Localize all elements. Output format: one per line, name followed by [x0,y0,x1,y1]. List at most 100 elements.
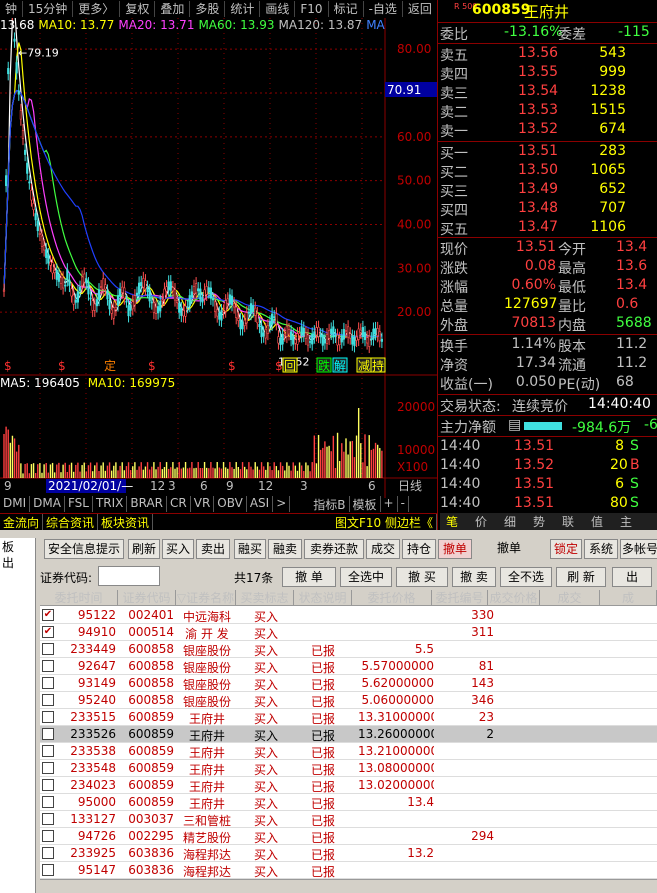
kline-chart[interactable]: 80.0070.0060.0050.0040.0030.0020.0070.91… [0,18,437,498]
indicator-tab[interactable]: VR [191,496,215,512]
action-button[interactable]: 撤 买 [396,567,448,587]
action-button[interactable]: 撤 卖 [452,567,496,587]
toolbar-item[interactable]: 画线 [260,0,296,17]
detail-tab[interactable]: 值 [591,513,603,530]
trade-button[interactable]: 撤单 [438,539,472,559]
trade-button[interactable]: 锁定 [550,539,582,559]
info-tab[interactable]: 综合资讯 [43,514,99,530]
detail-tab[interactable]: 价 [475,513,487,530]
toolbar-item[interactable]: 更多〉 [73,0,121,17]
table-row[interactable]: 92647 600858 银座股份 买入 已报 5.57000000 81 [40,658,657,675]
toolbar-item[interactable]: 钟 [0,0,24,17]
detail-tab[interactable]: 细 [504,513,516,530]
table-header[interactable]: 成交 [540,590,600,606]
info-tab[interactable]: 板块资讯 [98,514,154,530]
info-tab[interactable]: 图文F10 侧边栏《 [332,514,437,530]
trade-button[interactable]: 买入 [162,539,194,559]
detail-tab[interactable]: 主 [620,513,632,530]
indicator-tab[interactable]: DMI [0,496,31,512]
table-row[interactable]: 233538 600859 王府井 买入 已报 13.21000000 [40,743,657,760]
indicator-tab[interactable]: + [381,496,398,512]
table-row[interactable]: 233548 600859 王府井 买入 已报 13.08000000 [40,760,657,777]
code-input[interactable] [98,566,160,586]
indicator-tab[interactable]: - [398,496,409,512]
table-header[interactable]: 状态说明 [294,590,352,606]
table-row[interactable]: ✔ 94910 000514 渝 开 发 买入 311 [40,624,657,641]
table-row[interactable]: 95147 603836 海程邦达 买入 已报 [40,862,657,879]
info-tab[interactable]: 金流向 [0,514,44,530]
row-checkbox[interactable]: ✔ [42,609,54,621]
toolbar-item[interactable]: 返回 [403,0,437,17]
detail-tab[interactable]: 笔 [446,513,458,530]
table-row[interactable]: 234023 600859 王府井 买入 已报 13.02000000 [40,777,657,794]
row-checkbox[interactable] [42,728,54,740]
table-row[interactable]: 95240 600858 银座股份 买入 已报 5.06000000 346 [40,692,657,709]
toolbar-item[interactable]: -自选 [364,0,403,17]
row-checkbox[interactable] [42,847,54,859]
row-checkbox[interactable] [42,745,54,757]
toolbar-item[interactable]: F10 [295,0,329,17]
action-button[interactable]: 全选中 [340,567,392,587]
table-header[interactable]: 委托时间 [40,590,118,606]
row-checkbox[interactable] [42,830,54,842]
horizontal-scrollbar[interactable] [40,879,657,893]
table-row[interactable]: 95000 600859 王府井 买入 已报 13.4 [40,794,657,811]
row-checkbox[interactable] [42,864,54,876]
indicator-tab[interactable]: BRAR [127,496,168,512]
indicator-tab[interactable]: CR [167,496,191,512]
indicator-tab[interactable]: TRIX [93,496,128,512]
row-checkbox[interactable] [42,660,54,672]
row-checkbox[interactable] [42,813,54,825]
action-button[interactable]: 出 [612,567,652,587]
toolbar-item[interactable]: 标记 [329,0,364,17]
table-row[interactable]: 233449 600858 银座股份 买入 已报 5.5 [40,641,657,658]
action-button[interactable]: 全不选 [500,567,552,587]
toolbar-item[interactable]: 15分钟 [23,0,74,17]
toolbar-item[interactable]: 叠加 [155,0,191,17]
table-row[interactable]: ✔ 95122 002401 中远海科 买入 330 [40,607,657,624]
trade-button[interactable]: 撤单 [474,539,544,559]
row-checkbox[interactable] [42,694,54,706]
row-checkbox[interactable] [42,677,54,689]
table-header[interactable]: 成 [600,590,657,606]
indicator-tab[interactable]: 指标B [310,496,350,512]
table-header[interactable]: 成交价格 [488,590,540,606]
toolbar-item[interactable]: 多股 [190,0,226,17]
table-header[interactable]: 委托价格 [352,590,432,606]
indicator-tab[interactable]: OBV [214,496,247,512]
table-row[interactable]: 233925 603836 海程邦达 买入 已报 13.2 [40,845,657,862]
trade-button[interactable]: 多帐号 [620,539,657,559]
ma-more-label[interactable]: MA◇ [366,18,385,34]
table-row[interactable]: 94726 002295 精艺股份 买入 已报 294 [40,828,657,845]
row-checkbox[interactable] [42,711,54,723]
left-nav-item[interactable]: 板 [0,538,35,554]
table-row[interactable]: 93149 600858 银座股份 买入 已报 5.62000000 143 [40,675,657,692]
table-header[interactable]: 证券代码 [118,590,176,606]
trade-button[interactable]: 成交 [366,539,400,559]
indicator-tab[interactable]: ASI [247,496,274,512]
left-nav-item[interactable]: 出 [0,554,35,570]
table-row[interactable]: 133127 003037 三和管桩 买入 已报 [40,811,657,828]
trade-button[interactable]: 融卖 [268,539,302,559]
indicator-tab[interactable]: FSL [65,496,93,512]
indicator-tab[interactable]: 模板 [350,496,381,512]
action-button[interactable]: 刷 新 [556,567,606,587]
table-header[interactable]: 买卖标志 [236,590,294,606]
trade-button[interactable]: 安全信息提示 [44,539,124,559]
trade-button[interactable]: 卖出 [196,539,230,559]
trade-button[interactable]: 持仓 [402,539,436,559]
trade-button[interactable]: 融买 [234,539,266,559]
trade-button[interactable]: 卖券还款 [304,539,364,559]
table-header[interactable]: 委托编号 [432,590,488,606]
row-checkbox[interactable]: ✔ [42,626,54,638]
toolbar-item[interactable]: 复权 [120,0,156,17]
table-header[interactable]: ▽证券名称 [176,590,236,606]
trade-button[interactable]: 刷新 [128,539,160,559]
toolbar-item[interactable]: 统计 [225,0,261,17]
row-checkbox[interactable] [42,643,54,655]
action-button[interactable]: 撤 单 [282,567,336,587]
detail-tab[interactable]: 联 [562,513,574,530]
row-checkbox[interactable] [42,762,54,774]
detail-tab[interactable]: 势 [533,513,545,530]
indicator-tab[interactable]: DMA [30,496,65,512]
